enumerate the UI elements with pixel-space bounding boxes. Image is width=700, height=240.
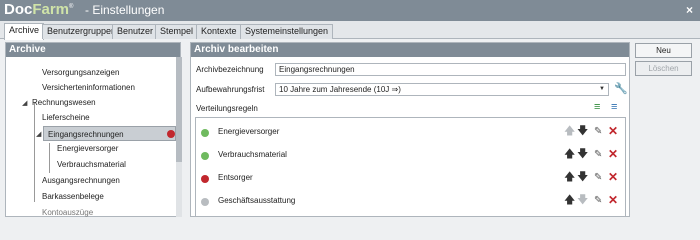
- arrow-down-icon[interactable]: 🡇: [577, 194, 588, 207]
- tree-item-versorgungsanzeigen[interactable]: Versorgungsanzeigen: [42, 65, 119, 80]
- rules-label: Verteilungsregeln: [196, 104, 258, 113]
- tree-guide-line: [49, 143, 50, 173]
- pencil-icon[interactable]: ✎: [594, 171, 602, 184]
- rule-name: Entsorger: [218, 173, 253, 182]
- tree-item-ausgangsrechnungen[interactable]: Ausgangsrechnungen: [42, 173, 120, 188]
- app-logo: DocFarm®: [4, 1, 73, 18]
- status-dot: [201, 152, 209, 160]
- arrow-up-icon[interactable]: 🡅: [564, 171, 575, 184]
- tab-archive[interactable]: Archive: [4, 23, 45, 40]
- tree-item-energieversorger[interactable]: Energieversorger: [57, 141, 118, 156]
- chevron-down-icon: ▼: [599, 86, 605, 92]
- edit-panel-header: Archiv bearbeiten: [191, 43, 629, 57]
- title-bar: DocFarm® - Einstellungen ×: [0, 0, 700, 21]
- window-title: - Einstellungen: [85, 3, 165, 17]
- rule-actions: 🡅 🡇 ✎ ✕: [564, 125, 624, 139]
- tab-systemeinstellungen[interactable]: Systemeinstellungen: [240, 24, 334, 39]
- logo-farm-text: Farm: [32, 1, 70, 18]
- new-button[interactable]: Neu: [635, 43, 692, 58]
- tree-item-rechnungswesen[interactable]: Rechnungswesen: [32, 95, 96, 110]
- delete-icon[interactable]: ✕: [608, 171, 618, 184]
- logo-registered-mark: ®: [69, 4, 74, 10]
- tree-item-lieferscheine[interactable]: Lieferscheine: [42, 110, 90, 125]
- close-icon[interactable]: ×: [686, 3, 693, 17]
- arrow-up-icon[interactable]: 🡅: [564, 194, 575, 207]
- pencil-icon[interactable]: ✎: [594, 148, 602, 161]
- rule-row[interactable]: Energieversorger 🡅 🡇 ✎ ✕: [196, 122, 625, 144]
- wrench-icon[interactable]: 🔧: [614, 83, 628, 95]
- archive-tree-panel: Archive Versorgungsanzeigen Versicherten…: [5, 42, 182, 220]
- arrow-down-icon[interactable]: 🡇: [577, 125, 588, 138]
- tab-kontexte[interactable]: Kontexte: [196, 24, 242, 39]
- rule-name: Geschäftsausstattung: [218, 196, 296, 205]
- archive-name-input[interactable]: Eingangsrechnungen: [275, 63, 626, 76]
- tree-item-kontoauszuege[interactable]: Kontoauszüge: [42, 205, 93, 220]
- rule-actions: 🡅 🡇 ✎ ✕: [564, 148, 624, 162]
- tree-item-label: Eingangsrechnungen: [48, 130, 124, 139]
- arrow-up-icon[interactable]: 🡅: [564, 148, 575, 161]
- rule-row[interactable]: Geschäftsausstattung 🡅 🡇 ✎ ✕: [196, 191, 625, 213]
- status-dot: [201, 129, 209, 137]
- collapse-arrow-icon[interactable]: ◢: [36, 130, 41, 138]
- logo-doc-text: Doc: [4, 1, 33, 18]
- pencil-icon[interactable]: ✎: [594, 194, 602, 207]
- tree-item-eingangsrechnungen[interactable]: Eingangsrechnungen: [43, 126, 176, 141]
- status-dot: [167, 130, 175, 138]
- tree-item-verbrauchsmaterial[interactable]: Verbrauchsmaterial: [57, 157, 126, 172]
- rule-actions: 🡅 🡇 ✎ ✕: [564, 194, 624, 208]
- rule-settings-icon[interactable]: ≡: [611, 101, 617, 113]
- delete-icon[interactable]: ✕: [608, 125, 618, 138]
- arrow-down-icon[interactable]: 🡇: [577, 148, 588, 161]
- pencil-icon[interactable]: ✎: [594, 125, 602, 138]
- rule-name: Verbrauchsmaterial: [218, 150, 287, 159]
- collapse-arrow-icon[interactable]: ◢: [22, 99, 27, 107]
- tab-stempel[interactable]: Stempel: [155, 24, 199, 39]
- delete-button[interactable]: Löschen: [635, 61, 692, 76]
- archive-name-label: Archivbezeichnung: [196, 65, 264, 74]
- arrow-down-icon[interactable]: 🡇: [577, 171, 588, 184]
- tree-guide-line: [34, 102, 35, 202]
- retention-select[interactable]: 10 Jahre zum Jahresende (10J ⇒) ▼: [275, 83, 609, 96]
- status-dot: [201, 198, 209, 206]
- arrow-up-icon[interactable]: 🡅: [564, 125, 575, 138]
- tree-scrollbar[interactable]: [176, 57, 182, 217]
- tab-benutzer[interactable]: Benutzer: [112, 24, 159, 39]
- rule-row[interactable]: Verbrauchsmaterial 🡅 🡇 ✎ ✕: [196, 145, 625, 167]
- rule-actions: 🡅 🡇 ✎ ✕: [564, 171, 624, 185]
- rule-name: Energieversorger: [218, 127, 280, 136]
- delete-icon[interactable]: ✕: [608, 194, 618, 207]
- retention-label: Aufbewahrungsfrist: [196, 85, 265, 94]
- tree-item-barkassenbelege[interactable]: Barkassenbelege: [42, 189, 104, 204]
- add-rule-icon[interactable]: ≡: [594, 101, 600, 113]
- tree-scrollbar-thumb[interactable]: [176, 57, 182, 162]
- tab-benutzergruppen[interactable]: Benutzergruppen: [42, 24, 122, 39]
- rule-row[interactable]: Entsorger 🡅 🡇 ✎ ✕: [196, 168, 625, 190]
- archive-panel-header: Archive: [6, 43, 180, 57]
- rules-list: Energieversorger 🡅 🡇 ✎ ✕ Verbrauchsmater…: [195, 117, 626, 217]
- status-dot: [201, 175, 209, 183]
- tab-strip: Archive Benutzergruppen Benutzer Stempel…: [0, 21, 700, 40]
- tree-item-versicherteninformationen[interactable]: Versicherteninformationen: [42, 80, 135, 95]
- retention-value: 10 Jahre zum Jahresende (10J ⇒): [279, 85, 401, 94]
- delete-icon[interactable]: ✕: [608, 148, 618, 161]
